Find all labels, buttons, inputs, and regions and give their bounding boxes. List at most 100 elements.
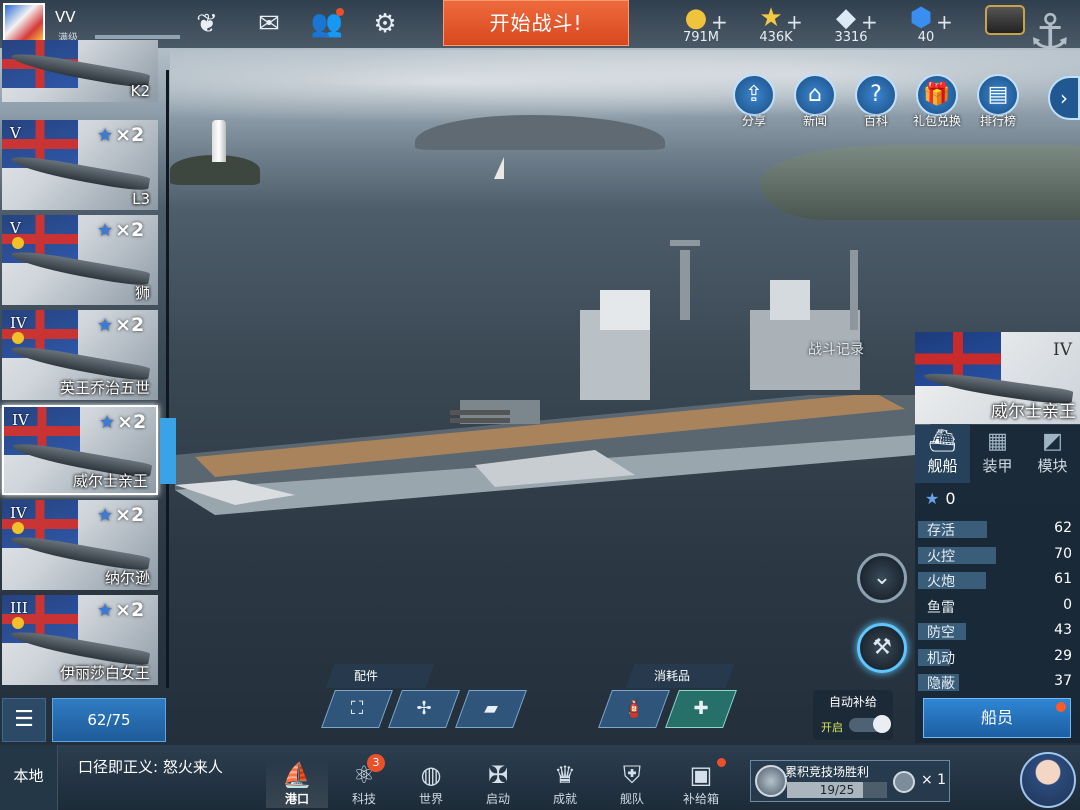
tab-label: 装甲: [982, 457, 1013, 475]
chat-channel[interactable]: 本地: [0, 745, 58, 810]
quest-tracker[interactable]: 累积竞技场胜利 19/25 × 1: [750, 760, 950, 802]
stat-row: 存活 62: [918, 518, 1078, 540]
nav-label: 成就: [552, 792, 577, 806]
tab-ship[interactable]: ⛴ 舰船: [915, 425, 970, 483]
list-view-button[interactable]: ☰: [2, 698, 46, 742]
ship-name: 威尔士亲王: [72, 472, 148, 490]
star-multiplier: ★ ×2: [97, 124, 145, 146]
chat-message[interactable]: 口径即正义: 怒火来人: [78, 758, 248, 776]
mail-icon[interactable]: ✉: [252, 8, 286, 40]
ship-card[interactable]: III ★ ×2 伊丽莎白女王: [2, 595, 158, 685]
nav-label: 舰队: [619, 792, 644, 806]
ship-card[interactable]: IV ★ ×2 英王乔治五世: [2, 310, 158, 400]
quest-title: 累积竞技场胜利: [785, 765, 870, 779]
stat-name: 火炮: [927, 574, 955, 590]
nav-achievement[interactable]: ♛ 成就: [534, 760, 596, 808]
auto-supply-state: 开启: [821, 721, 843, 734]
accessory-slot-2[interactable]: ✢: [388, 690, 460, 728]
crew-button[interactable]: 船员: [923, 698, 1071, 738]
gift-exchange-button[interactable]: 🎁 礼包兑换: [909, 74, 965, 134]
star-icon: ★: [925, 489, 940, 508]
news-button[interactable]: ⌂ 新闻: [787, 74, 843, 134]
tab-armor[interactable]: ▦ 装甲: [970, 425, 1025, 483]
friends-icon[interactable]: 👥: [310, 8, 344, 40]
nav-world[interactable]: ◍ 世界: [400, 760, 462, 808]
ship-name: 英王乔治五世: [59, 379, 150, 397]
menu-label: 排行榜: [979, 114, 1016, 128]
nav-port[interactable]: ⛵ 港口: [266, 760, 328, 808]
ship-tier: IV: [1053, 340, 1072, 360]
nav-supply-box[interactable]: ▣ 补给箱: [670, 758, 732, 808]
ship-list-scroll-thumb[interactable]: [160, 418, 176, 484]
consumable-slot-1[interactable]: 🧯: [598, 690, 670, 728]
lighthouse: [212, 120, 226, 162]
share-icon: ⇪: [733, 74, 775, 116]
tech-icon: ⚛: [353, 761, 375, 789]
ship-card[interactable]: K2: [2, 40, 158, 102]
stat-row: 防空 43: [918, 620, 1078, 642]
stat-name: 机动: [927, 650, 955, 667]
news-icon: ⌂: [794, 74, 836, 116]
nav-tech[interactable]: ⚛ 科技 3: [333, 754, 395, 808]
resource-value: 436K: [759, 30, 793, 45]
consumables-section: 消耗品: [625, 664, 735, 688]
nav-label: 补给箱: [682, 792, 719, 806]
leaderboard-button[interactable]: ▤ 排行榜: [970, 74, 1026, 134]
gift-exchange-icon: 🎁: [916, 74, 958, 116]
stat-row: 机动 29: [918, 646, 1078, 668]
wings-medal-icon[interactable]: ❦: [190, 8, 224, 40]
stat-value: 61: [1054, 571, 1072, 587]
consumables-label: 消耗品: [654, 669, 691, 683]
adjutant-avatar[interactable]: [1020, 752, 1076, 808]
resource-merit[interactable]: ★ + 436K: [742, 2, 812, 46]
resource-gold[interactable]: ● + 791M: [667, 2, 737, 46]
leaderboard-icon: ▤: [977, 74, 1019, 116]
nav-fleet[interactable]: ⛨ 舰队: [601, 760, 663, 808]
tech-badge: 3: [367, 754, 385, 772]
repair-button[interactable]: ⚒: [857, 623, 907, 673]
consumable-slot-2[interactable]: ✚: [665, 690, 737, 728]
player-avatar[interactable]: [3, 3, 45, 45]
start-battle-button[interactable]: 开始战斗!: [443, 0, 629, 46]
treasure-chest-icon[interactable]: [985, 5, 1025, 35]
auto-supply-label: 自动补给: [828, 695, 877, 709]
menu-label: 分享: [741, 114, 766, 128]
medal-icon: [12, 522, 24, 534]
accessory-slot-1[interactable]: ⛶: [321, 690, 393, 728]
reward-icon: [893, 771, 915, 793]
coast-hills: [760, 145, 1080, 220]
ship-info-panel: ⛴ 舰船 ▦ 装甲 ◩ 模块 ★ 0 存活 62 火控 70 火炮 61 鱼雷 0 防空 43 机动 2…: [915, 425, 1080, 743]
ship-count-button[interactable]: 62/75: [52, 698, 166, 742]
resource-diamond[interactable]: ◆ + 3316: [817, 2, 887, 46]
stat-row: 火炮 61: [918, 569, 1078, 591]
stat-row: 鱼雷 0: [918, 595, 1078, 617]
ship-card[interactable]: IV ★ ×2 纳尔逊: [2, 500, 158, 590]
stat-name: 火控: [927, 548, 955, 565]
nav-label: 启动: [485, 792, 510, 806]
star-icon: ★: [97, 125, 114, 146]
anchor-icon[interactable]: ⚓: [1020, 2, 1080, 62]
stat-value: 0: [1063, 596, 1072, 613]
ship-card[interactable]: V ★ ×2 L3: [2, 120, 158, 210]
rank-chevron-button[interactable]: ⌄: [857, 553, 907, 603]
ship-card[interactable]: V ★ ×2 狮: [2, 215, 158, 305]
encyclopedia-button[interactable]: ? 百科: [848, 74, 904, 134]
tab-module[interactable]: ◩ 模块: [1025, 425, 1080, 483]
battle-record-link[interactable]: 战斗记录: [808, 339, 864, 359]
gear-icon[interactable]: ⚙: [368, 8, 402, 40]
stat-name: 鱼雷: [927, 599, 955, 616]
quest-icon: [755, 765, 787, 797]
nav-launch[interactable]: ✠ 启动: [467, 760, 529, 808]
toggle-knob[interactable]: [873, 715, 891, 733]
accessory-slot-3[interactable]: ▰: [455, 690, 527, 728]
share-button[interactable]: ⇪ 分享: [726, 74, 782, 134]
stat-name: 隐蔽: [927, 676, 955, 692]
ship-card-selected[interactable]: IV ★ ×2 威尔士亲王: [2, 405, 158, 495]
notification-dot: [717, 758, 726, 767]
menu-label: 新闻: [802, 114, 827, 128]
resource-crystal[interactable]: ⬢ + 40: [892, 2, 962, 46]
ship-hull: [9, 152, 151, 194]
launch-icon: ✠: [487, 761, 509, 789]
auto-supply-toggle[interactable]: 自动补给 开启: [813, 690, 893, 740]
reward-count: × 1: [921, 772, 947, 788]
